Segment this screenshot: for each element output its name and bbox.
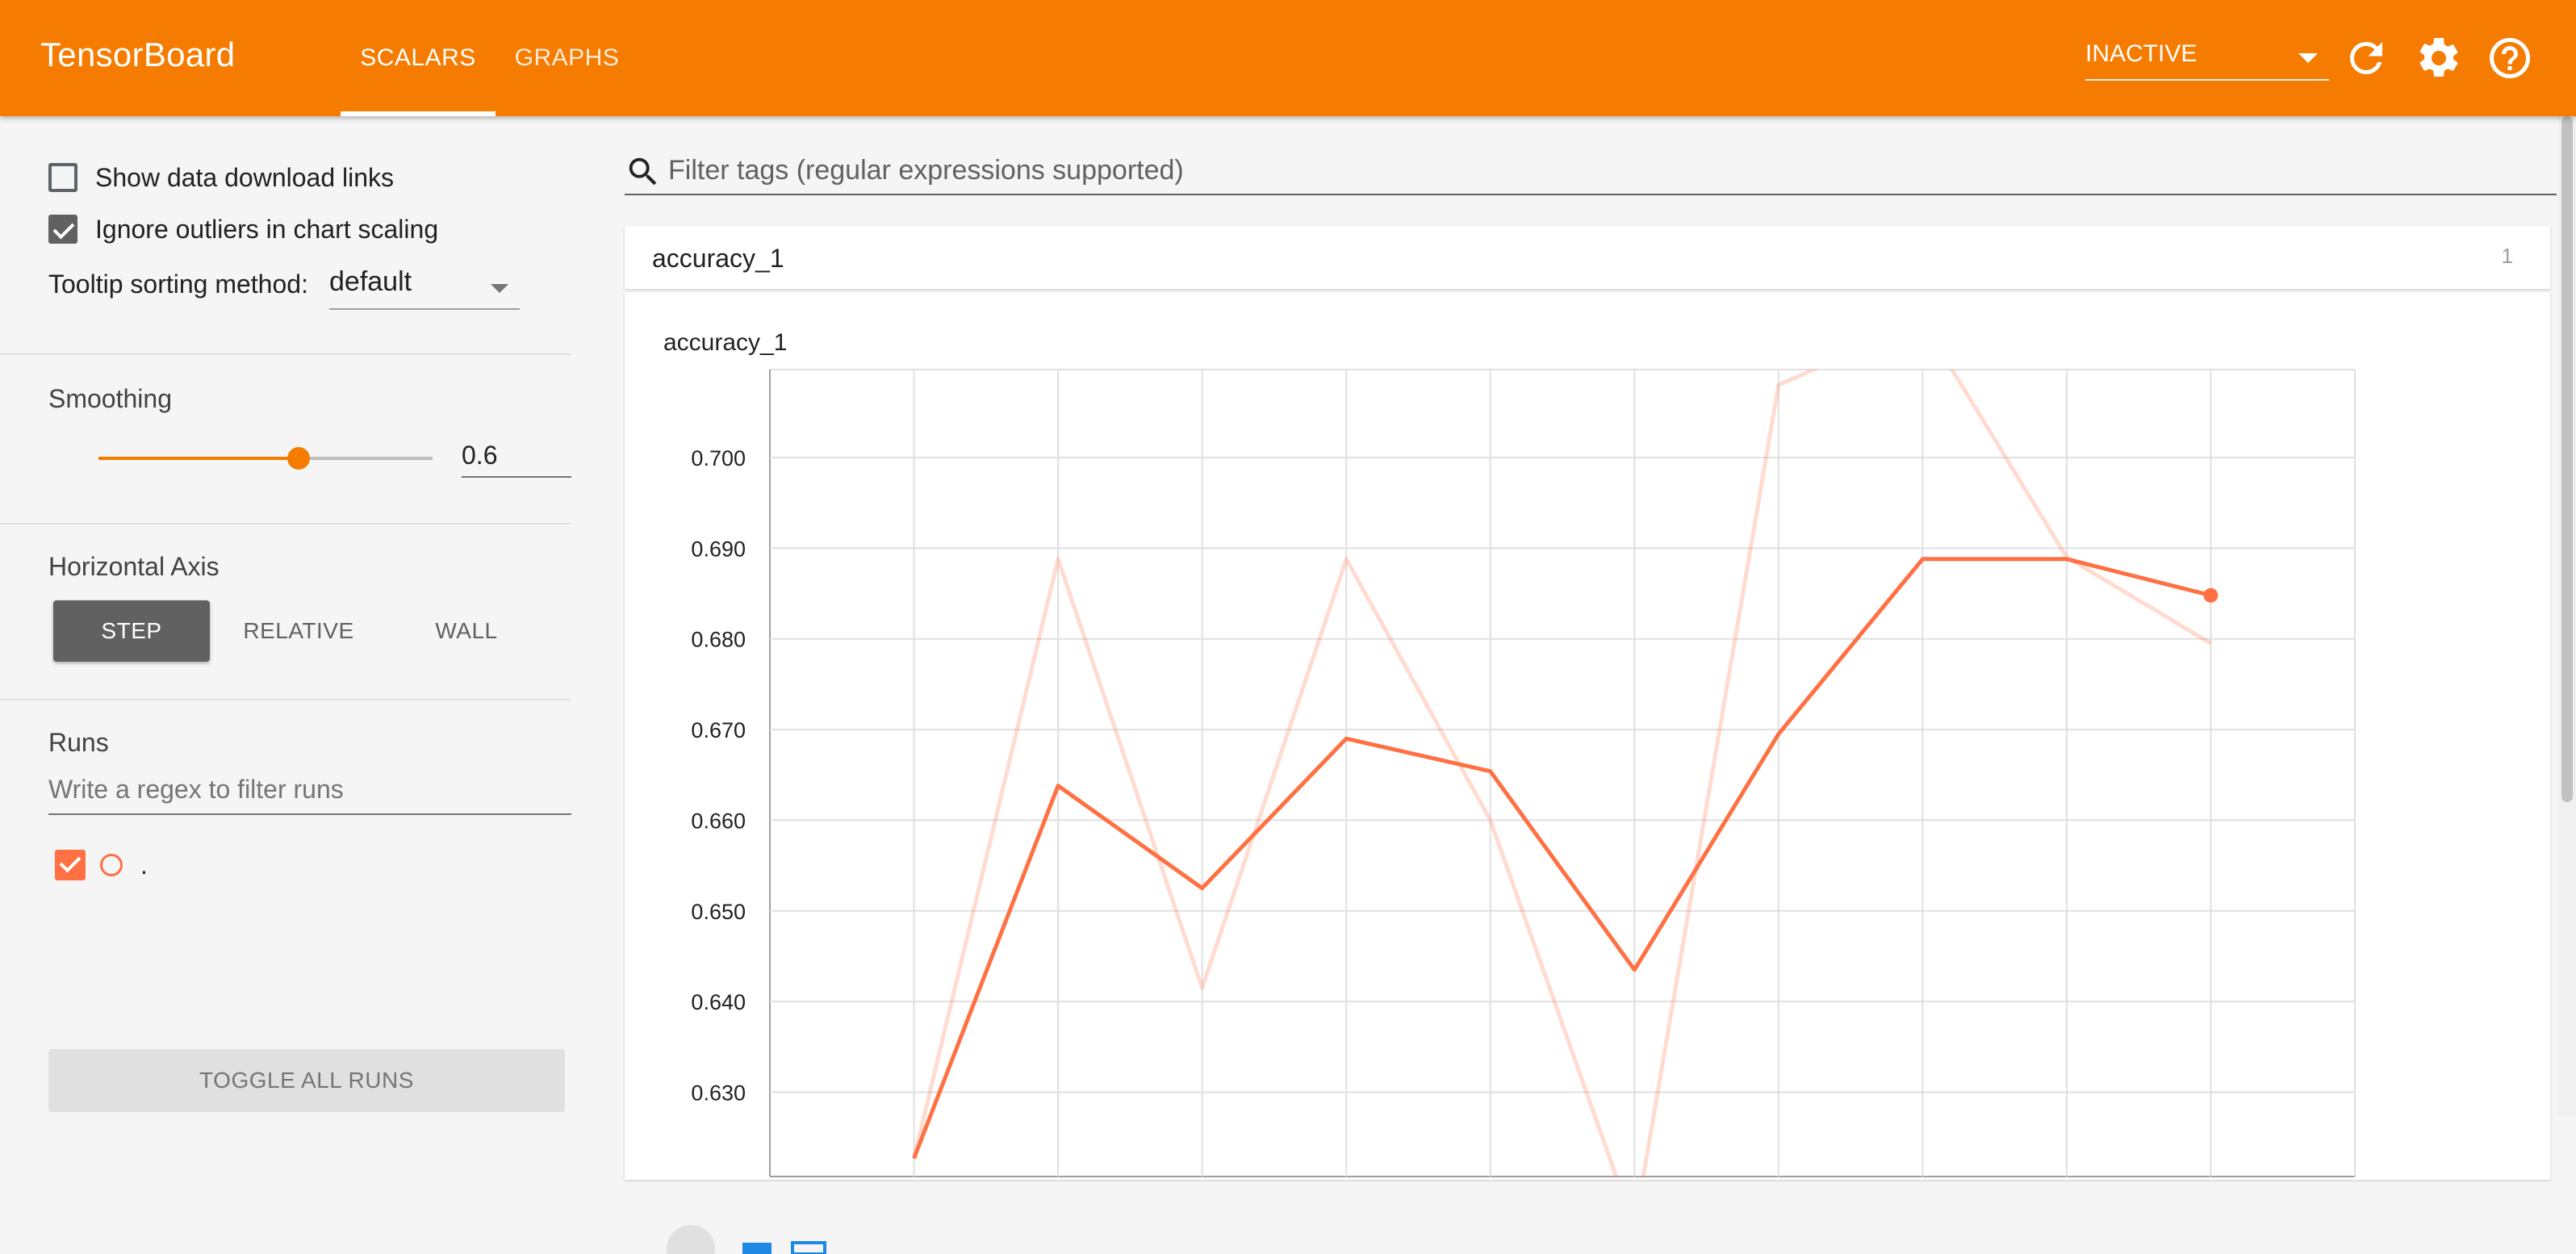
run-checkbox[interactable] xyxy=(55,850,86,880)
smoothing-slider-fill xyxy=(98,457,299,460)
show-download-links-label: Show data download links xyxy=(95,162,395,192)
main-content: Filter tags (regular expressions support… xyxy=(571,116,2576,1254)
series-line-raw xyxy=(912,370,2212,1177)
horizontal-axis-label: Horizontal Axis xyxy=(48,552,220,581)
app-title: TensorBoard xyxy=(40,36,236,73)
search-icon xyxy=(629,157,657,186)
y-tick-label: 0.690 xyxy=(691,537,746,561)
y-tick-label: 0.640 xyxy=(691,990,746,1014)
scrollbar-thumb[interactable] xyxy=(2561,116,2573,802)
y-tick-label: 0.660 xyxy=(691,809,746,833)
top-app-bar: TensorBoard SCALARS GRAPHS INACTIVE xyxy=(0,0,2576,116)
tag-filter-placeholder: Filter tags (regular expressions support… xyxy=(668,155,1184,186)
chart-toolbar xyxy=(667,1225,826,1254)
y-tick-label: 0.680 xyxy=(691,628,746,652)
y-tick-label: 0.630 xyxy=(691,1081,746,1106)
toggle-all-runs-button[interactable]: TOGGLE ALL RUNS xyxy=(48,1049,565,1112)
run-name: . xyxy=(140,850,148,880)
help-icon[interactable] xyxy=(2486,34,2534,82)
series-point-smoothed xyxy=(2203,587,2218,603)
refresh-icon[interactable] xyxy=(2342,34,2390,82)
show-download-links-checkbox[interactable] xyxy=(48,163,77,192)
axis-relative-button[interactable]: RELATIVE xyxy=(220,600,378,662)
ignore-outliers-row[interactable]: Ignore outliers in chart scaling xyxy=(48,211,438,247)
line-chart[interactable]: 0.630 0.640 0.650 0.660 0.670 0.680 0.690 0.700… xyxy=(625,292,2550,1180)
tooltip-sorting-label: Tooltip sorting method: xyxy=(48,270,308,299)
tab-graphs[interactable]: GRAPHS xyxy=(500,0,634,116)
category-count: 1 xyxy=(2501,244,2513,268)
log-scale-toggle-icon xyxy=(742,1243,772,1254)
sidebar: Show data download links Ignore outliers… xyxy=(0,116,571,1117)
caret-down-icon xyxy=(2298,53,2318,63)
y-tick-label: 0.670 xyxy=(691,718,746,742)
ignore-outliers-label: Ignore outliers in chart scaling xyxy=(95,214,439,244)
fit-domain-icon xyxy=(791,1241,826,1254)
caret-down-icon xyxy=(491,284,508,293)
tab-scalars[interactable]: SCALARS xyxy=(341,0,496,116)
axis-wall-button[interactable]: WALL xyxy=(387,600,546,662)
runs-filter-input[interactable]: Write a regex to filter runs xyxy=(48,768,571,815)
chart-card: accuracy_1 0.630 0.640 0.650 0.660 0.670 0.68… xyxy=(625,292,2550,1254)
ignore-outliers-checkbox[interactable] xyxy=(48,215,77,244)
runs-label: Runs xyxy=(48,728,109,757)
divider xyxy=(0,353,571,355)
inactive-plugins-dropdown[interactable]: INACTIVE xyxy=(2085,36,2329,81)
expand-chart-icon xyxy=(667,1225,715,1254)
show-download-links-row[interactable]: Show data download links xyxy=(48,160,394,195)
axis-step-button[interactable]: STEP xyxy=(53,600,210,662)
divider xyxy=(0,699,571,700)
run-color-circle-icon xyxy=(100,854,123,876)
page-scrollbar[interactable] xyxy=(2558,116,2576,1117)
divider xyxy=(0,523,571,525)
category-header[interactable]: accuracy_1 1 xyxy=(625,226,2550,289)
smoothing-value-input[interactable]: 0.6 xyxy=(462,436,571,478)
y-tick-label: 0.700 xyxy=(691,446,746,470)
smoothing-value: 0.6 xyxy=(462,441,498,470)
tooltip-sorting-value: default xyxy=(329,266,412,297)
series-line-smoothed xyxy=(912,557,2212,1160)
smoothing-slider-thumb[interactable] xyxy=(287,447,310,470)
category-name: accuracy_1 xyxy=(652,244,784,273)
inactive-dropdown-label: INACTIVE xyxy=(2085,40,2198,67)
y-tick-label: 0.650 xyxy=(691,900,746,924)
tag-filter-input[interactable]: Filter tags (regular expressions support… xyxy=(625,148,2557,195)
tooltip-sorting-dropdown[interactable]: default xyxy=(329,266,520,310)
active-tab-indicator xyxy=(341,111,496,116)
run-item[interactable]: . xyxy=(55,847,148,883)
gear-icon[interactable] xyxy=(2415,34,2463,82)
smoothing-slider[interactable] xyxy=(98,447,433,470)
smoothing-label: Smoothing xyxy=(48,384,172,413)
runs-filter-placeholder: Write a regex to filter runs xyxy=(48,775,344,804)
